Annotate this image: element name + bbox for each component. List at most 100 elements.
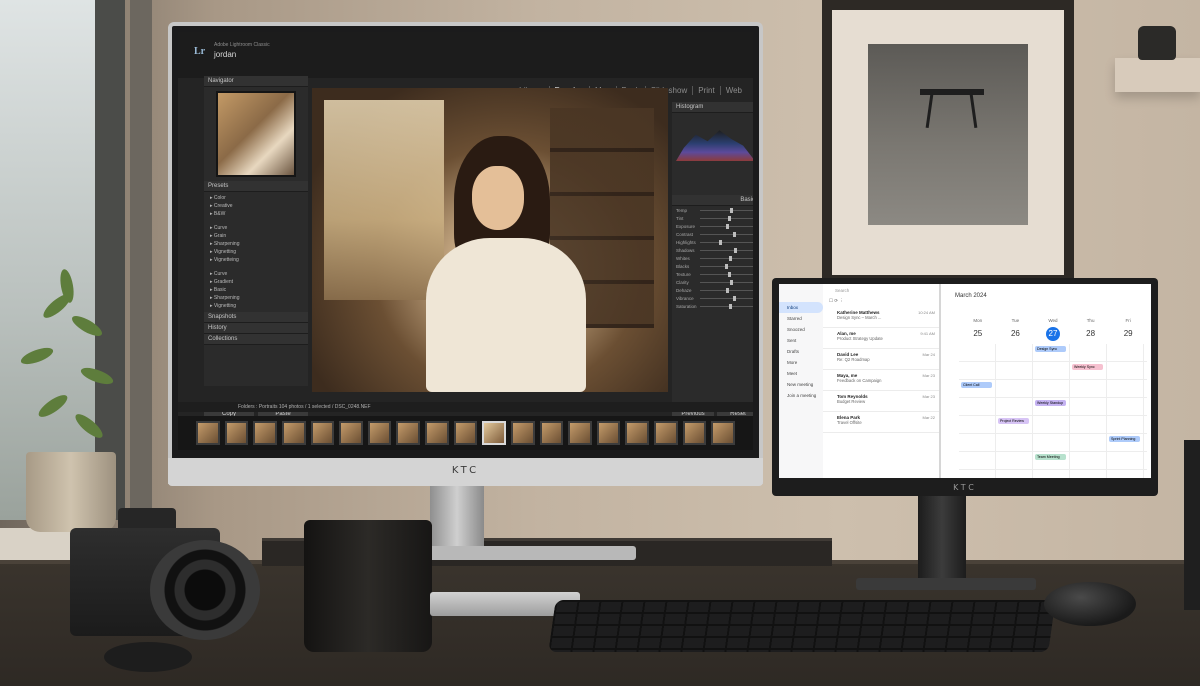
- slider-track[interactable]: [700, 303, 753, 309]
- calendar-event[interactable]: Weekly Sync: [1072, 364, 1103, 370]
- module-web[interactable]: Web: [721, 86, 747, 95]
- filmstrip-thumb[interactable]: [367, 421, 392, 445]
- slider-texture[interactable]: Texture: [672, 270, 753, 278]
- slider-shadows[interactable]: Shadows: [672, 246, 753, 254]
- preset-item[interactable]: ▸ Gradient: [210, 278, 302, 286]
- slider-track[interactable]: [700, 295, 753, 301]
- calendar-day-26[interactable]: Tue 26: [997, 318, 1035, 341]
- preset-item[interactable]: ▸ Color: [210, 194, 302, 202]
- histogram-header[interactable]: Histogram: [672, 102, 753, 113]
- filmstrip-thumb[interactable]: [482, 421, 506, 445]
- mail-row[interactable]: Maya, me Feedback on Campaign Mar 23: [823, 370, 939, 391]
- slider-clarity[interactable]: Clarity: [672, 278, 753, 286]
- filmstrip-thumb[interactable]: [253, 421, 277, 445]
- preset-item[interactable]: ▸ Vignetteing: [210, 256, 302, 264]
- mail-search-input[interactable]: Search: [823, 288, 939, 298]
- slider-track[interactable]: [700, 247, 753, 253]
- snapshots-header[interactable]: Snapshots: [204, 312, 308, 323]
- slider-knob[interactable]: [733, 231, 736, 237]
- slider-track[interactable]: [700, 287, 753, 293]
- slider-tint[interactable]: Tint: [672, 214, 753, 222]
- slider-track[interactable]: [700, 231, 753, 237]
- slider-track[interactable]: [700, 239, 753, 245]
- slider-track[interactable]: [700, 223, 753, 229]
- navigator-header[interactable]: Navigator: [204, 76, 308, 87]
- slider-knob[interactable]: [730, 279, 734, 285]
- calendar-grid[interactable]: Design Sync Weekly Sync Client Call Weekly …: [959, 344, 1147, 478]
- calendar-event[interactable]: Team Meeting: [1035, 454, 1066, 460]
- slider-saturation[interactable]: Saturation: [672, 302, 753, 310]
- filmstrip-thumb[interactable]: [568, 421, 592, 445]
- collections-header[interactable]: Collections: [204, 334, 308, 345]
- slider-knob[interactable]: [734, 247, 738, 253]
- mail-nav-snoozed[interactable]: Snoozed: [779, 324, 823, 335]
- slider-whites[interactable]: Whites: [672, 254, 753, 262]
- calendar-event[interactable]: Design Sync: [1035, 346, 1066, 352]
- filmstrip-thumb[interactable]: [453, 421, 478, 445]
- slider-blacks[interactable]: Blacks: [672, 262, 753, 270]
- preset-item[interactable]: ▸ Vignetting: [210, 248, 302, 256]
- filmstrip-thumb[interactable]: [339, 421, 363, 445]
- slider-track[interactable]: [700, 263, 753, 269]
- filmstrip-thumb[interactable]: [682, 421, 707, 445]
- mail-row[interactable]: David Lee Re: Q2 Roadmap Mar 24: [823, 349, 939, 370]
- slider-knob[interactable]: [728, 303, 732, 309]
- slider-contrast[interactable]: Contrast: [672, 230, 753, 238]
- slider-knob[interactable]: [727, 271, 731, 277]
- preset-item[interactable]: ▸ B&W: [210, 210, 302, 218]
- preset-item[interactable]: ▸ Vignetting: [210, 302, 302, 310]
- slider-track[interactable]: [700, 271, 753, 277]
- mail-nav-drafts[interactable]: Drafts: [779, 346, 823, 357]
- preset-item[interactable]: ▸ Creative: [210, 202, 302, 210]
- slider-knob[interactable]: [727, 215, 731, 221]
- mail-nav-starred[interactable]: Starred: [779, 313, 823, 324]
- slider-knob[interactable]: [726, 287, 730, 293]
- slider-exposure[interactable]: Exposure: [672, 222, 753, 230]
- navigator-preview[interactable]: [216, 91, 296, 177]
- slider-track[interactable]: [700, 279, 753, 285]
- slider-track[interactable]: [700, 215, 753, 221]
- calendar-day-27[interactable]: Wed 27: [1034, 318, 1072, 341]
- mail-row[interactable]: Alan, me Product Strategy Update 9:41 AM: [823, 328, 939, 349]
- slider-temp[interactable]: Temp: [672, 206, 753, 214]
- preset-item[interactable]: ▸ Basic: [210, 286, 302, 294]
- filmstrip-thumb[interactable]: [396, 421, 420, 445]
- slider-highlights[interactable]: Highlights: [672, 238, 753, 246]
- slider-knob[interactable]: [728, 255, 732, 261]
- filmstrip-thumb[interactable]: [711, 421, 735, 445]
- calendar-day-28[interactable]: Thu 28: [1072, 318, 1110, 341]
- slider-track[interactable]: [700, 255, 753, 261]
- filmstrip-thumb[interactable]: [596, 421, 621, 445]
- slider-dehaze[interactable]: Dehaze: [672, 286, 753, 294]
- slider-track[interactable]: [700, 207, 753, 213]
- preset-item[interactable]: ▸ Grain: [210, 232, 302, 240]
- history-header[interactable]: History: [204, 323, 308, 334]
- slider-knob[interactable]: [733, 295, 736, 301]
- filmstrip-thumb[interactable]: [196, 421, 220, 445]
- calendar-day-25[interactable]: Mon 25: [959, 318, 997, 341]
- mail-row[interactable]: Katherine Matthews Design Sync – March ..…: [823, 307, 939, 328]
- filmstrip-thumb[interactable]: [224, 421, 249, 445]
- filmstrip-thumb[interactable]: [281, 421, 306, 445]
- slider-knob[interactable]: [724, 263, 728, 269]
- mail-nav-sent[interactable]: Sent: [779, 335, 823, 346]
- filmstrip-thumb[interactable]: [654, 421, 678, 445]
- filmstrip-thumb[interactable]: [510, 421, 535, 445]
- mail-nav-more[interactable]: More: [779, 357, 823, 368]
- presets-header[interactable]: Presets: [204, 181, 308, 192]
- filmstrip-thumb[interactable]: [625, 421, 649, 445]
- mail-row[interactable]: Tom Reynolds Budget Review Mar 23: [823, 391, 939, 412]
- filmstrip-thumb[interactable]: [310, 421, 335, 445]
- mail-row[interactable]: Elena Park Travel Offsite Mar 22: [823, 412, 939, 433]
- calendar-title[interactable]: March 2024: [955, 293, 987, 299]
- slider-knob[interactable]: [730, 207, 734, 213]
- meet-item[interactable]: Join a meeting: [779, 390, 823, 401]
- filmstrip-thumb[interactable]: [425, 421, 449, 445]
- filmstrip-thumb[interactable]: [539, 421, 564, 445]
- meet-item[interactable]: New meeting: [779, 379, 823, 390]
- basic-header[interactable]: Basic: [672, 195, 753, 206]
- slider-knob[interactable]: [719, 239, 723, 245]
- calendar-event[interactable]: Project Review: [998, 418, 1029, 424]
- preset-item[interactable]: ▸ Sharpening: [210, 240, 302, 248]
- preset-item[interactable]: ▸ Sharpening: [210, 294, 302, 302]
